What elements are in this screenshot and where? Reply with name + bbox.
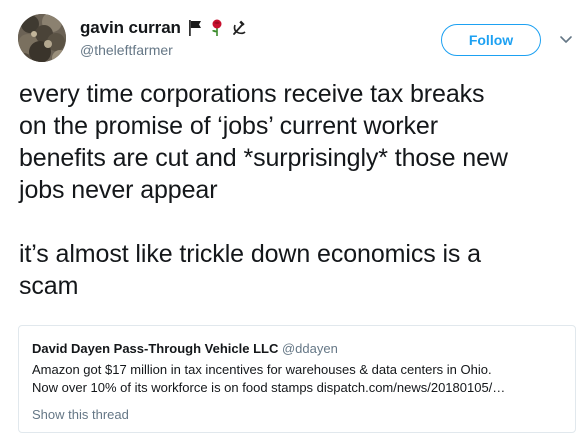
- tweet-card: gavin curran @theleftfarmer Follow every…: [0, 0, 585, 442]
- tweet-line: benefits are cut and *surprisingly* thos…: [19, 144, 508, 172]
- follow-button[interactable]: Follow: [441, 24, 541, 56]
- quoted-author-handle: @ddayen: [281, 341, 338, 356]
- hammer-sickle-icon: [231, 19, 247, 37]
- quoted-tweet-line: Amazon got $17 million in tax incentives…: [32, 362, 492, 377]
- quoted-tweet[interactable]: David Dayen Pass-Through Vehicle LLC @dd…: [18, 325, 576, 433]
- tweet-line: scam: [19, 272, 79, 300]
- quoted-author-name: David Dayen Pass-Through Vehicle LLC: [32, 341, 279, 356]
- chevron-down-icon[interactable]: [558, 33, 574, 47]
- quoted-tweet-header: David Dayen Pass-Through Vehicle LLC @dd…: [32, 340, 575, 358]
- black-flag-icon: [187, 19, 203, 37]
- author-row: gavin curran: [80, 17, 247, 39]
- quoted-tweet-line: Now over 10% of its workforce is on food…: [32, 380, 506, 395]
- tweet-line: every time corporations receive tax brea…: [19, 80, 485, 108]
- avatar[interactable]: [18, 14, 66, 62]
- rose-icon: [209, 19, 225, 37]
- tweet-line: it’s almost like trickle down economics …: [19, 240, 481, 268]
- tweet-line-gap: [19, 206, 574, 238]
- show-thread-link[interactable]: Show this thread: [32, 406, 575, 424]
- display-name[interactable]: gavin curran: [80, 18, 181, 38]
- tweet-text: every time corporations receive tax brea…: [19, 78, 574, 302]
- tweet-line: on the promise of ‘jobs’ current worker: [19, 112, 438, 140]
- author-handle[interactable]: @theleftfarmer: [80, 42, 173, 58]
- tweet-line: jobs never appear: [19, 176, 218, 204]
